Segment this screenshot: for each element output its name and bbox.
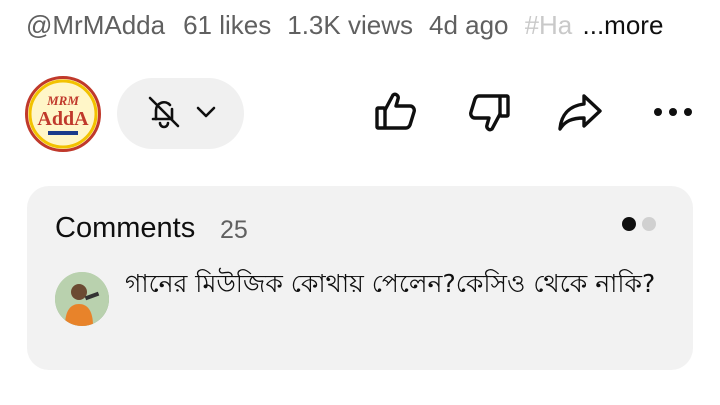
comments-panel[interactable]: Comments 25 গানের মিউজিক কোথায় পেলেন?কে… [27,186,693,370]
pager-dot [642,217,656,231]
channel-logo: MRM AddA [28,79,98,149]
like-button[interactable] [369,87,423,141]
comments-pager [622,217,656,231]
likes-count: 61 likes [183,9,272,40]
share-icon [554,86,606,142]
person-photo-icon [55,272,109,326]
thumbs-up-icon [371,87,421,141]
hashtag-link[interactable]: #Ha [525,10,583,41]
channel-handle[interactable]: @MrMAdda [26,10,165,41]
more-horizontal-icon [650,102,696,126]
top-comment-text: গানের মিউজিক কোথায় পেলেন?কেসিও থেকে নাক… [125,269,656,298]
comments-count: 25 [220,216,248,244]
chevron-down-icon [194,100,218,128]
pager-dot-active [622,217,636,231]
more-options-button[interactable] [646,87,700,141]
logo-text-main: AddA [37,108,89,130]
thumbs-down-icon [464,87,514,141]
dislike-button[interactable] [462,87,516,141]
channel-avatar[interactable]: MRM AddA [25,76,101,152]
upload-age: 4d ago [428,9,509,40]
views-count: 1.3K views [287,9,413,40]
comments-title: Comments [55,212,196,244]
notification-bell-button[interactable] [117,78,244,149]
commenter-avatar[interactable] [55,272,109,326]
video-meta-row[interactable]: @MrMAdda 61 likes 1.3K views 4d ago #Ha … [26,7,716,43]
more-description-link[interactable]: ...more [583,10,664,41]
share-button[interactable] [553,87,607,141]
logo-text-top: MRM [46,93,79,108]
bell-off-icon [144,92,184,136]
